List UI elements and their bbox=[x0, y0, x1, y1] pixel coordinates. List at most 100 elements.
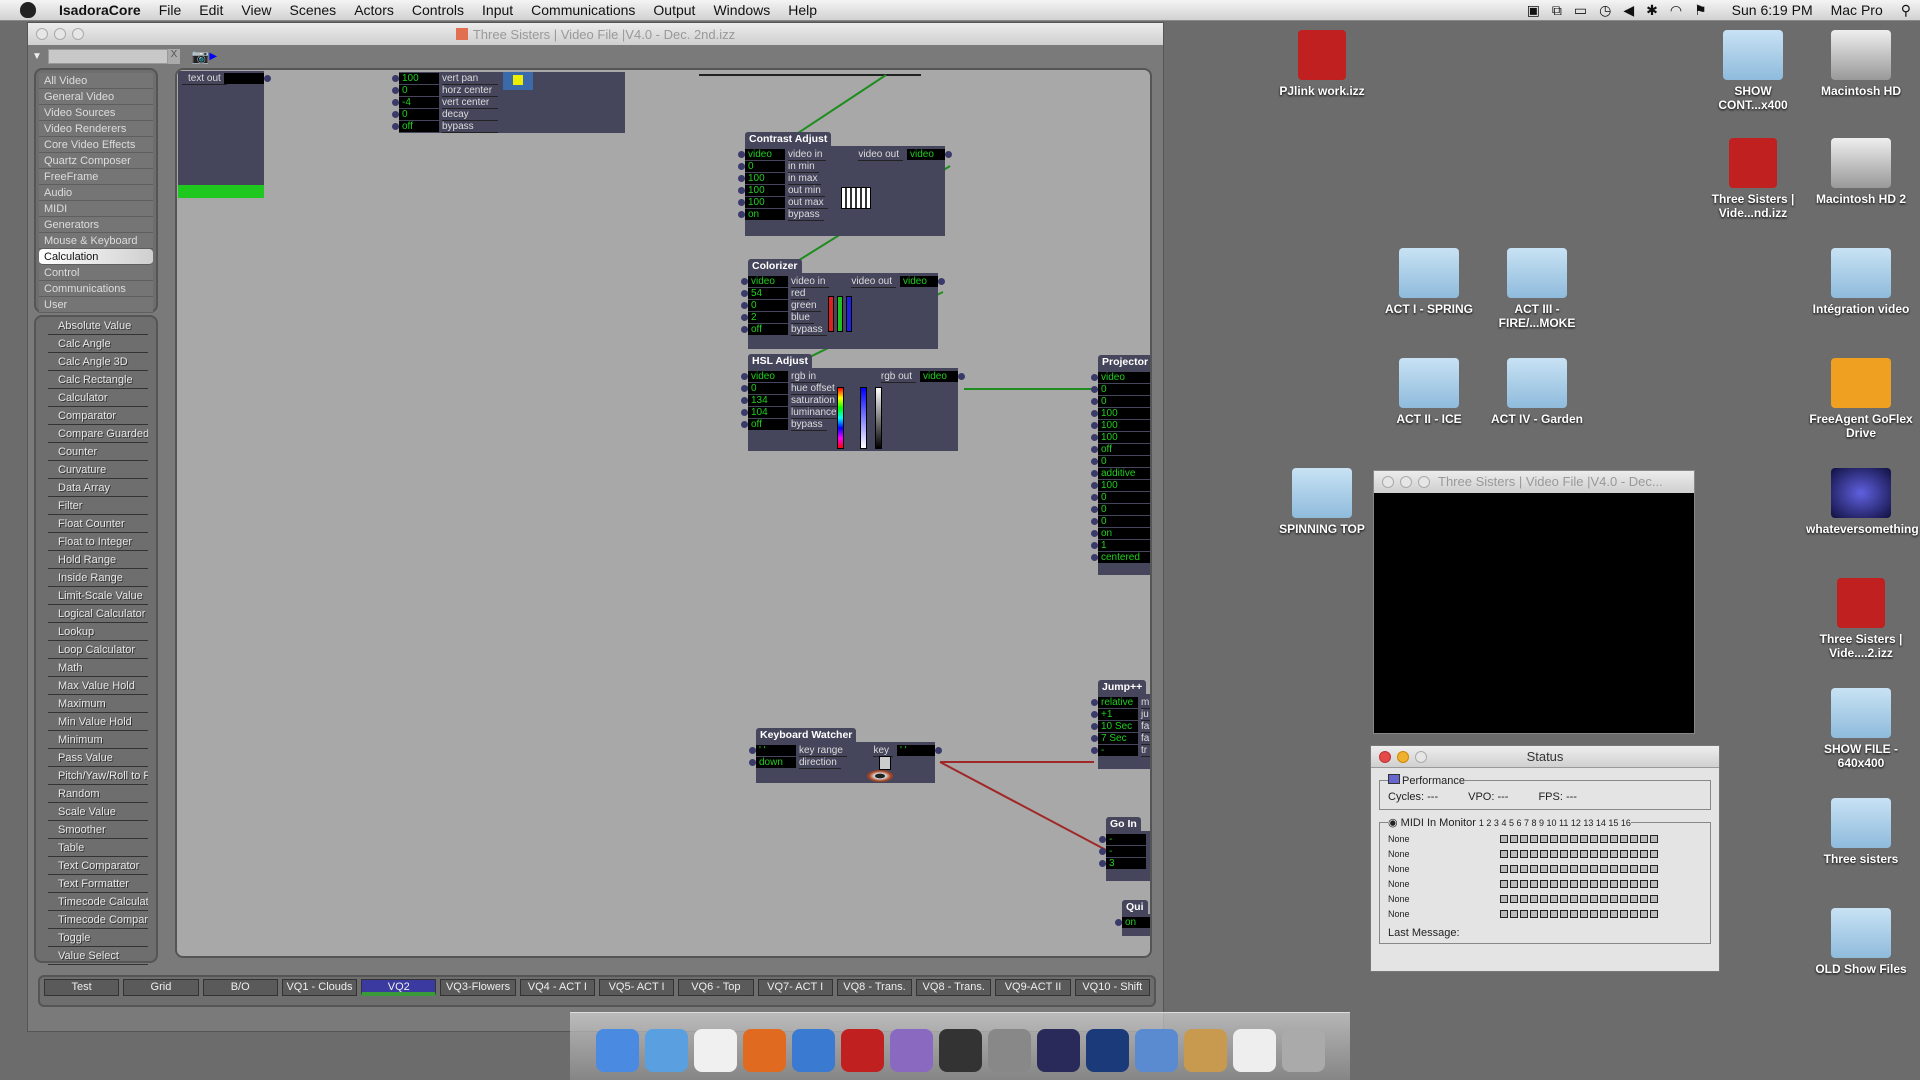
actor-list-item[interactable]: Pass Value bbox=[48, 749, 148, 767]
close-button[interactable] bbox=[1382, 476, 1394, 488]
keyboard-watcher-actor[interactable]: Keyboard Watcher ' ' key range down directio… bbox=[756, 728, 935, 783]
input-port[interactable] bbox=[749, 759, 756, 766]
desktop-icon[interactable]: ACT III - FIRE/...MOKE bbox=[1482, 248, 1592, 330]
input-port[interactable] bbox=[1091, 458, 1098, 465]
input-port[interactable] bbox=[741, 326, 748, 333]
network-icon[interactable] bbox=[1134, 1029, 1178, 1072]
actor-list-item[interactable]: Table bbox=[48, 839, 148, 857]
menu-windows[interactable]: Windows bbox=[704, 2, 779, 18]
category-video-sources[interactable]: Video Sources bbox=[39, 105, 153, 121]
input-value[interactable]: 54 bbox=[748, 288, 788, 299]
desktop-icon[interactable]: whateversomething bbox=[1806, 468, 1919, 536]
actor-list-item[interactable]: Min Value Hold bbox=[48, 713, 148, 731]
input-value[interactable]: 0 bbox=[1098, 384, 1150, 395]
contrast-preview[interactable] bbox=[841, 187, 871, 209]
quick-actor[interactable]: Qui on bbox=[1122, 900, 1150, 936]
actor-list-item[interactable]: Text Formatter bbox=[48, 875, 148, 893]
category-generators[interactable]: Generators bbox=[39, 217, 153, 233]
actor-list-item[interactable]: Minimum bbox=[48, 731, 148, 749]
output-port[interactable] bbox=[958, 373, 965, 380]
input-port[interactable] bbox=[738, 199, 745, 206]
input-value[interactable]: off bbox=[399, 121, 439, 132]
input-port[interactable] bbox=[1091, 374, 1098, 381]
jump-actor[interactable]: Jump++relativem+1 VQ3-ju10 Secfa7 Secfa-… bbox=[1098, 680, 1150, 769]
finder-icon[interactable] bbox=[595, 1029, 639, 1072]
position-pad[interactable] bbox=[503, 72, 533, 90]
actor-list-item[interactable]: Filter bbox=[48, 497, 148, 515]
trash-icon[interactable] bbox=[1281, 1029, 1325, 1072]
actor-list-item[interactable]: Absolute Value bbox=[48, 317, 148, 335]
category-calculation[interactable]: Calculation bbox=[39, 249, 153, 265]
snapshot-camera-icon[interactable]: 📷 bbox=[192, 48, 209, 65]
actor-list-item[interactable]: Scale Value bbox=[48, 803, 148, 821]
input-port[interactable] bbox=[392, 75, 399, 82]
input-port[interactable] bbox=[1091, 542, 1098, 549]
input-value[interactable]: down bbox=[756, 757, 796, 768]
input-port[interactable] bbox=[741, 397, 748, 404]
actor-list-item[interactable]: Calc Angle 3D bbox=[48, 353, 148, 371]
input-value[interactable]: video bbox=[745, 149, 785, 160]
zoomer-actor[interactable]: 100 vert pan 0 horz center -4 vert center 0 dec… bbox=[399, 72, 625, 133]
input-port[interactable] bbox=[1091, 386, 1098, 393]
category-all-video[interactable]: All Video bbox=[39, 73, 153, 89]
actor-list-item[interactable]: Curvature bbox=[48, 461, 148, 479]
input-port[interactable] bbox=[738, 187, 745, 194]
input-value[interactable]: ' ' bbox=[756, 745, 796, 756]
minimize-button[interactable] bbox=[1397, 751, 1409, 763]
input-port[interactable] bbox=[1091, 554, 1098, 561]
menu-controls[interactable]: Controls bbox=[403, 2, 473, 18]
input-value[interactable]: 0 bbox=[1098, 492, 1150, 503]
wire[interactable] bbox=[939, 761, 1107, 851]
input-value[interactable]: 0 bbox=[1098, 456, 1150, 467]
input-value[interactable]: 0 bbox=[1098, 516, 1150, 527]
input-port[interactable] bbox=[738, 175, 745, 182]
desktop-icon[interactable]: ACT II - ICE bbox=[1374, 358, 1484, 426]
saturation-slider[interactable] bbox=[860, 387, 867, 449]
input-value[interactable]: 0 bbox=[399, 85, 439, 96]
input-port[interactable] bbox=[392, 111, 399, 118]
input-value[interactable]: video bbox=[748, 276, 788, 287]
input-port[interactable] bbox=[741, 302, 748, 309]
actor-list-item[interactable]: Timecode Comparat bbox=[48, 911, 148, 929]
input-value[interactable]: 134 bbox=[748, 395, 788, 406]
input-port[interactable] bbox=[738, 211, 745, 218]
input-value[interactable]: +1 VQ3- bbox=[1098, 709, 1138, 720]
actor-list-item[interactable]: Smoother bbox=[48, 821, 148, 839]
minimize-button[interactable] bbox=[54, 28, 66, 40]
input-port[interactable] bbox=[1091, 518, 1098, 525]
actor-list-item[interactable]: Random bbox=[48, 785, 148, 803]
menu-file[interactable]: File bbox=[150, 2, 191, 18]
input-value[interactable]: 100 bbox=[745, 173, 785, 184]
scene-tab[interactable]: VQ4 - ACT I bbox=[519, 979, 595, 996]
csa-flag-icon[interactable]: ⚑ bbox=[1694, 2, 1707, 19]
category-core-video-effects[interactable]: Core Video Effects bbox=[39, 137, 153, 153]
red-meter[interactable] bbox=[828, 296, 834, 332]
scene-tab[interactable]: VQ8 - Trans. bbox=[916, 979, 992, 996]
close-button[interactable] bbox=[1379, 751, 1391, 763]
actor-list-item[interactable]: Text Comparator bbox=[48, 857, 148, 875]
input-value[interactable]: 0 bbox=[1098, 396, 1150, 407]
spaces-icon[interactable]: ⧉ bbox=[1552, 2, 1562, 19]
input-value[interactable]: 7 Sec bbox=[1098, 733, 1138, 744]
blue-meter[interactable] bbox=[846, 296, 852, 332]
menu-clock[interactable]: Sun 6:19 PM bbox=[1723, 2, 1822, 18]
firefox-icon[interactable] bbox=[742, 1029, 786, 1072]
desktop-icon[interactable]: Three Sisters | Vide....2.izz bbox=[1806, 578, 1916, 660]
output-port[interactable] bbox=[938, 278, 945, 285]
input-value[interactable]: off bbox=[748, 324, 788, 335]
category-control[interactable]: Control bbox=[39, 265, 153, 281]
projector-actor[interactable]: Projectorvideovi0ho0ve100wi100he100zooff… bbox=[1098, 355, 1150, 575]
desktop-icon[interactable]: SPINNING TOP bbox=[1267, 468, 1377, 536]
bluetooth-icon[interactable]: ✱ bbox=[1646, 2, 1658, 19]
input-port[interactable] bbox=[1091, 711, 1098, 718]
actor-list-item[interactable]: Toggle bbox=[48, 929, 148, 947]
desktop-icon[interactable]: Three sisters bbox=[1806, 798, 1916, 866]
display-icon[interactable]: ▭ bbox=[1574, 2, 1587, 19]
actor-list-item[interactable]: Logical Calculator bbox=[48, 605, 148, 623]
actor-list-item[interactable]: Loop Calculator bbox=[48, 641, 148, 659]
category-mouse-keyboard[interactable]: Mouse & Keyboard bbox=[39, 233, 153, 249]
time-machine-icon[interactable]: ◷ bbox=[1599, 2, 1611, 19]
input-port[interactable] bbox=[1099, 860, 1106, 867]
input-value[interactable]: 100 bbox=[745, 197, 785, 208]
input-value[interactable]: on bbox=[745, 209, 785, 220]
